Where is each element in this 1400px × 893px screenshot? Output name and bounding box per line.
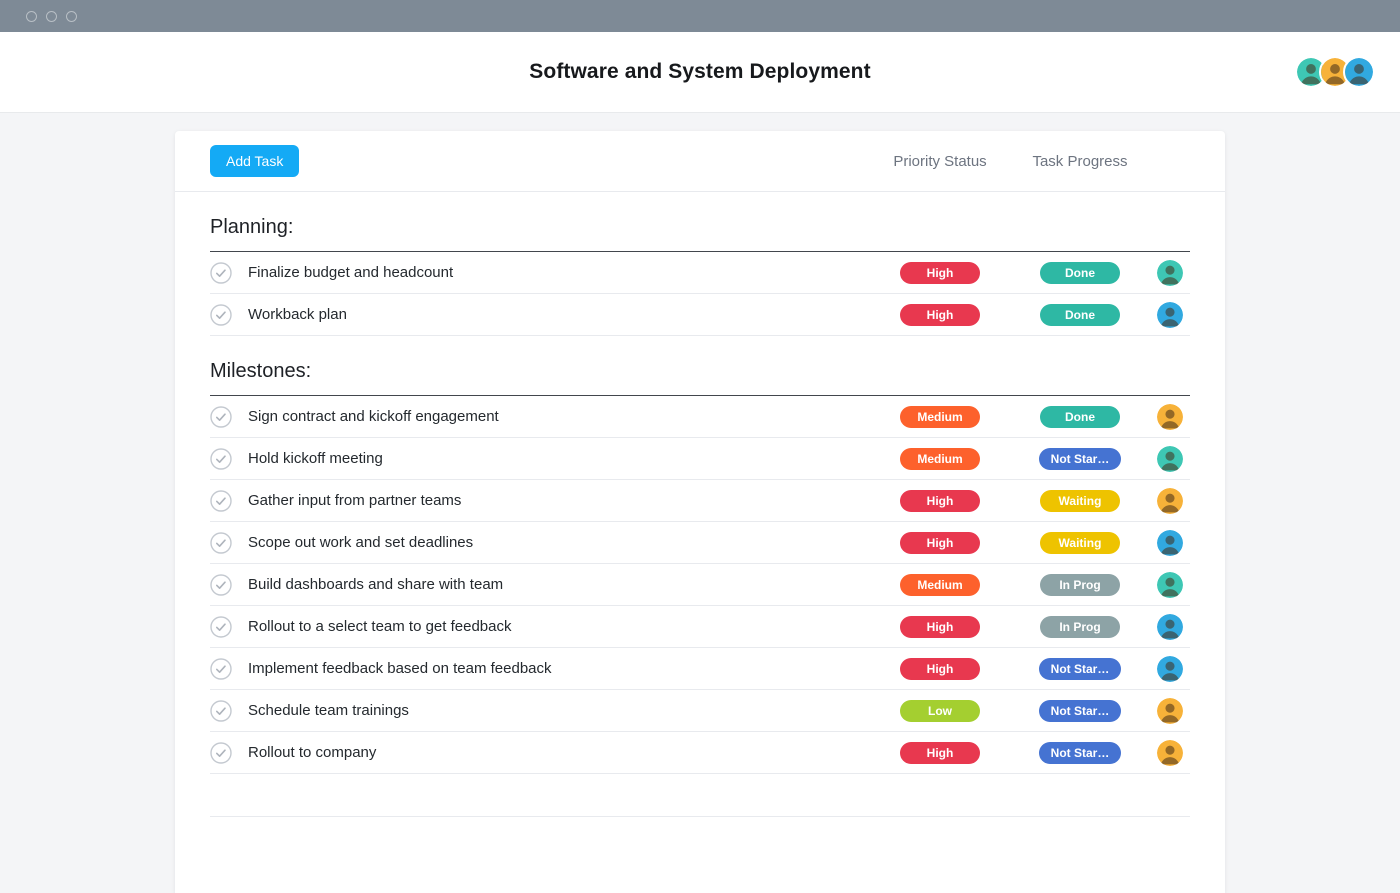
- task-checkmark-icon[interactable]: [210, 741, 246, 764]
- task-name: Build dashboards and share with team: [248, 576, 504, 593]
- task-checkmark-icon[interactable]: [210, 447, 246, 470]
- task-name: Finalize budget and headcount: [248, 264, 454, 281]
- task-checkmark-icon[interactable]: [210, 657, 246, 680]
- status-pill[interactable]: Waiting: [1040, 531, 1120, 554]
- task-name: Rollout to company: [248, 744, 377, 761]
- priority-pill[interactable]: High: [900, 657, 980, 680]
- task-section: Milestones: Sign contract and kickoff eng…: [210, 360, 1190, 774]
- assignee-avatar[interactable]: [1157, 571, 1183, 598]
- task-checkmark-icon[interactable]: [210, 573, 246, 596]
- priority-pill[interactable]: High: [900, 741, 980, 764]
- task-row[interactable]: Rollout to a select team to get feedback…: [210, 606, 1190, 648]
- page-title: Software and System Deployment: [529, 60, 871, 83]
- zoom-button[interactable]: [66, 10, 77, 22]
- priority-pill[interactable]: High: [900, 489, 980, 512]
- priority-pill[interactable]: Medium: [900, 405, 980, 428]
- section-title: Planning:: [210, 216, 1190, 252]
- task-checkmark-icon[interactable]: [210, 261, 246, 284]
- priority-pill[interactable]: Medium: [900, 447, 980, 470]
- status-pill[interactable]: Not Star…: [1038, 741, 1122, 764]
- status-pill[interactable]: Not Star…: [1038, 657, 1122, 680]
- app-header: Software and System Deployment: [0, 32, 1400, 113]
- task-checkmark-icon[interactable]: [210, 615, 246, 638]
- assignee-avatar[interactable]: [1157, 613, 1183, 640]
- assignee-avatar[interactable]: [1157, 445, 1183, 472]
- status-pill[interactable]: Not Star…: [1038, 447, 1122, 470]
- assignee-avatar[interactable]: [1157, 739, 1183, 766]
- task-row[interactable]: Scope out work and set deadlines High Wait…: [210, 522, 1190, 564]
- task-checkmark-icon[interactable]: [210, 489, 246, 512]
- status-pill[interactable]: Done: [1040, 261, 1120, 284]
- sections-container: Planning: Finalize budget and headcount Hi…: [175, 216, 1225, 774]
- status-pill[interactable]: In Prog: [1040, 573, 1120, 596]
- task-name: Rollout to a select team to get feedback: [248, 618, 512, 635]
- assignee-avatar[interactable]: [1157, 697, 1183, 724]
- task-row[interactable]: Implement feedback based on team feedbac…: [210, 648, 1190, 690]
- task-section: Planning: Finalize budget and headcount Hi…: [210, 216, 1190, 336]
- status-pill[interactable]: Done: [1040, 405, 1120, 428]
- task-checkmark-icon[interactable]: [210, 699, 246, 722]
- task-row[interactable]: Sign contract and kickoff engagement Medi…: [210, 396, 1190, 438]
- priority-pill[interactable]: High: [900, 615, 980, 638]
- status-pill[interactable]: Waiting: [1040, 489, 1120, 512]
- header-avatars: [1295, 56, 1375, 88]
- task-checkmark-icon[interactable]: [210, 303, 246, 326]
- task-name: Scope out work and set deadlines: [248, 534, 474, 551]
- priority-pill[interactable]: High: [900, 261, 980, 284]
- status-pill[interactable]: In Prog: [1040, 615, 1120, 638]
- task-list-card: Add Task Priority Status Task Progress P…: [175, 131, 1225, 893]
- add-task-button[interactable]: Add Task: [210, 145, 300, 177]
- section-title: Milestones:: [210, 360, 1190, 396]
- minimize-button[interactable]: [46, 10, 57, 22]
- assignee-avatar[interactable]: [1157, 403, 1183, 430]
- close-button[interactable]: [26, 10, 37, 22]
- task-row[interactable]: Rollout to company High Not Star…: [210, 732, 1190, 774]
- task-checkmark-icon[interactable]: [210, 531, 246, 554]
- task-name: Schedule team trainings: [248, 702, 409, 719]
- task-name: Gather input from partner teams: [248, 492, 462, 509]
- window-titlebar: [0, 0, 1400, 32]
- bottom-divider: [210, 816, 1190, 817]
- status-pill[interactable]: Done: [1040, 303, 1120, 326]
- task-checkmark-icon[interactable]: [210, 405, 246, 428]
- task-name: Hold kickoff meeting: [248, 450, 383, 467]
- task-row[interactable]: Workback plan High Done: [210, 294, 1190, 336]
- priority-pill[interactable]: High: [900, 303, 980, 326]
- task-name: Implement feedback based on team feedbac…: [248, 660, 552, 677]
- task-row[interactable]: Gather input from partner teams High Waiti…: [210, 480, 1190, 522]
- task-row[interactable]: Hold kickoff meeting Medium Not Star…: [210, 438, 1190, 480]
- task-name: Sign contract and kickoff engagement: [248, 408, 499, 425]
- task-name: Workback plan: [248, 306, 347, 323]
- status-pill[interactable]: Not Star…: [1038, 699, 1122, 722]
- priority-pill[interactable]: Medium: [900, 573, 980, 596]
- priority-pill[interactable]: High: [900, 531, 980, 554]
- window-controls: [26, 10, 77, 22]
- task-row[interactable]: Schedule team trainings Low Not Star…: [210, 690, 1190, 732]
- toolbar: Add Task Priority Status Task Progress: [175, 131, 1225, 192]
- assignee-avatar[interactable]: [1157, 301, 1183, 328]
- assignee-avatar[interactable]: [1157, 529, 1183, 556]
- assignee-avatar[interactable]: [1157, 487, 1183, 514]
- assignee-avatar[interactable]: [1157, 259, 1183, 286]
- column-header-task-progress: Task Progress: [1032, 152, 1128, 170]
- task-row[interactable]: Build dashboards and share with team Medi…: [210, 564, 1190, 606]
- column-header-priority-status: Priority Status: [893, 152, 987, 170]
- user-avatar[interactable]: [1343, 56, 1375, 88]
- priority-pill[interactable]: Low: [900, 699, 980, 722]
- task-row[interactable]: Finalize budget and headcount High Done: [210, 252, 1190, 294]
- assignee-avatar[interactable]: [1157, 655, 1183, 682]
